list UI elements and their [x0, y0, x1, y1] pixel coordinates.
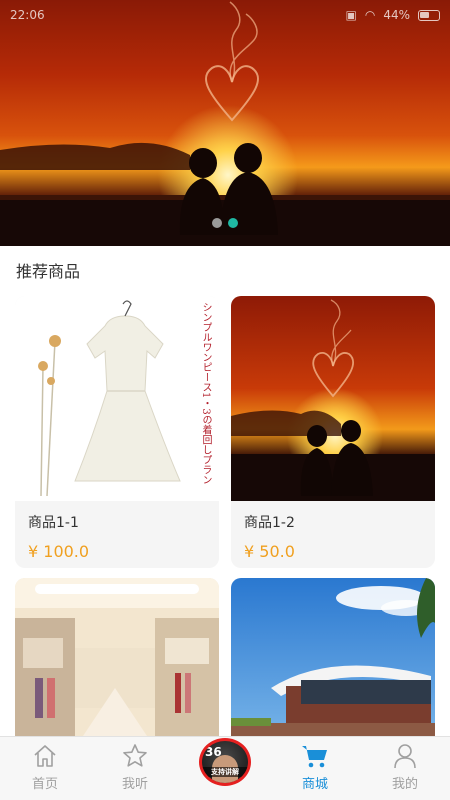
- tab-label: 我的: [391, 777, 418, 792]
- section-title: 推荐商品: [16, 262, 81, 281]
- cart-icon: [302, 746, 327, 768]
- status-time: 22:06: [10, 8, 45, 22]
- tab-listen[interactable]: 我听: [90, 738, 180, 800]
- signal-icon: ▣: [345, 8, 357, 22]
- product-grid: シンプルワンピース1・3の着回しプラン 商品1-1 ¥ 100.0 商品1-2 …: [15, 296, 435, 748]
- carousel-dot[interactable]: [212, 218, 222, 228]
- product-name: 商品1-1: [28, 515, 79, 531]
- product-poster-text: シンプルワンピース1・3の着回しプラン: [200, 302, 211, 485]
- center-avatar: 36 支持讲解: [199, 738, 251, 786]
- banner-image: [0, 1, 450, 246]
- product-image: [231, 578, 435, 748]
- battery-icon: [418, 9, 440, 21]
- wifi-icon: ◠: [364, 8, 376, 22]
- product-card[interactable]: 商品1-2 ¥ 50.0: [231, 296, 435, 568]
- tab-mine[interactable]: 我的: [360, 738, 450, 800]
- tab-label: 首页: [31, 777, 58, 792]
- bottom-tab-bar: 首页 我听 36 支持讲解 商城 我的: [0, 736, 450, 800]
- tab-label: 我听: [121, 777, 148, 792]
- tab-center[interactable]: 36 支持讲解: [180, 738, 270, 800]
- product-name: 商品1-2: [244, 515, 295, 531]
- carousel-dot-active[interactable]: [228, 218, 238, 228]
- carousel-indicator: [0, 218, 450, 228]
- product-card[interactable]: [15, 578, 219, 748]
- tab-home[interactable]: 首页: [0, 738, 90, 800]
- status-bar: 22:06 ▣ ◠ 44%: [0, 0, 450, 30]
- product-image: [231, 296, 435, 501]
- product-price: ¥ 50.0: [244, 542, 295, 561]
- product-price: ¥ 100.0: [28, 542, 90, 561]
- product-image: シンプルワンピース1・3の着回しプラン: [15, 296, 219, 501]
- tab-mall[interactable]: 商城: [270, 738, 360, 800]
- user-icon: [394, 744, 416, 769]
- status-battery-text: 44%: [383, 8, 410, 22]
- product-card[interactable]: [231, 578, 435, 748]
- star-icon: [123, 744, 147, 767]
- product-image: [15, 578, 219, 748]
- home-icon: [34, 745, 56, 767]
- banner-carousel[interactable]: [0, 0, 450, 246]
- avatar-caption: 支持讲解: [202, 767, 248, 777]
- tab-label: 商城: [301, 777, 328, 792]
- product-card[interactable]: シンプルワンピース1・3の着回しプラン 商品1-1 ¥ 100.0: [15, 296, 219, 568]
